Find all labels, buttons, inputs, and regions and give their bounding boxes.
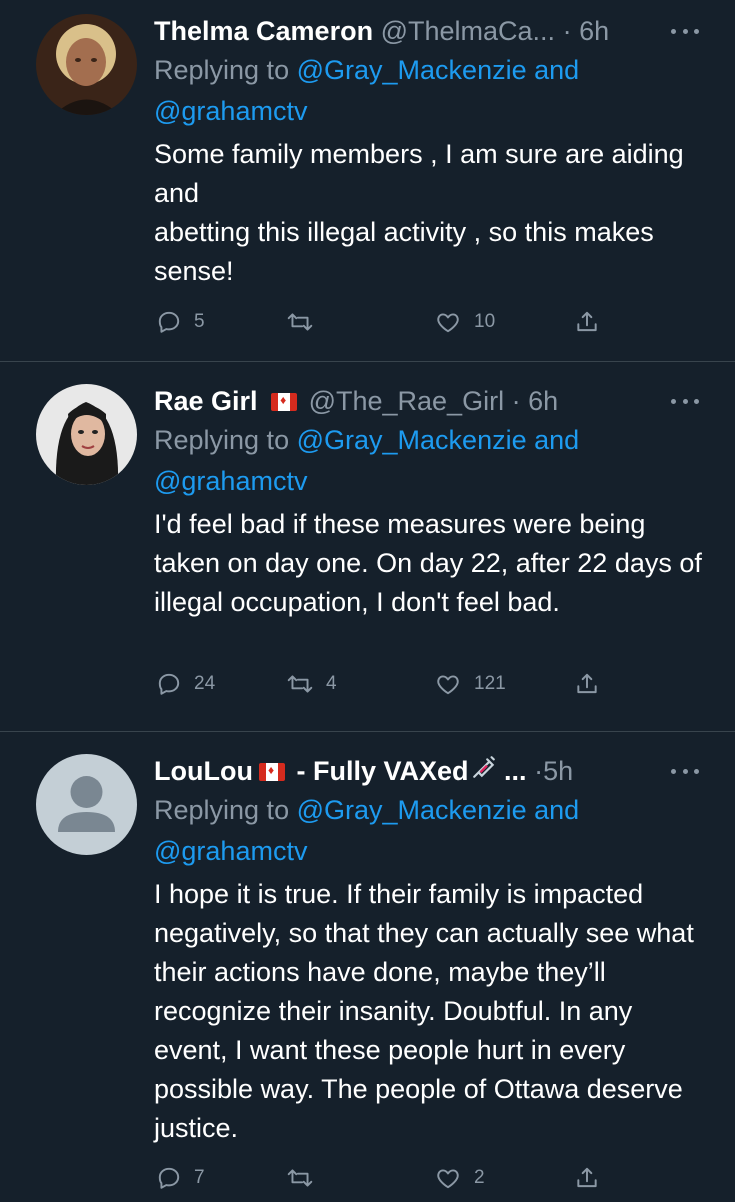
mention-link[interactable]: @grahamctv — [154, 836, 307, 866]
more-icon[interactable] — [665, 382, 705, 420]
more-icon[interactable] — [665, 12, 705, 50]
like-icon — [437, 1169, 459, 1189]
tweet-actions: 7 2 — [154, 1156, 614, 1200]
reply-feed: Thelma Cameron @ThelmaCa... · 6h Replyin… — [0, 0, 735, 1202]
tweet[interactable]: Rae Girl @The_Rae_Girl · 6h Replying to … — [0, 362, 735, 731]
avatar[interactable] — [36, 14, 137, 115]
tweet-text: I'd feel bad if these measures were bein… — [154, 509, 702, 617]
share-button[interactable] — [574, 662, 600, 706]
mention-and: and — [534, 55, 580, 85]
timestamp[interactable]: 6h — [579, 16, 609, 46]
replying-to: Replying to @Gray_Mackenzie and @grahamc… — [154, 50, 705, 132]
syringe-icon — [471, 752, 497, 790]
replying-to: Replying to @Gray_Mackenzie and @grahamc… — [154, 790, 705, 872]
like-button[interactable]: 10 — [434, 300, 495, 344]
reply-icon — [158, 311, 180, 333]
separator: · — [511, 386, 521, 416]
share-icon — [577, 1167, 597, 1188]
reply-count: 7 — [194, 1167, 205, 1188]
timestamp[interactable]: 6h — [528, 386, 558, 416]
replying-label: Replying to — [154, 795, 290, 825]
reply-icon — [158, 1167, 180, 1189]
retweet-icon — [287, 675, 313, 693]
retweet-button[interactable] — [286, 1156, 326, 1200]
mention-link[interactable]: @Gray_Mackenzie — [297, 55, 527, 85]
reply-count: 24 — [194, 673, 216, 694]
user-handle[interactable]: @ThelmaCa... — [381, 16, 555, 46]
tweet-actions: 5 10 — [154, 300, 614, 344]
retweet-button[interactable]: 4 — [286, 662, 337, 706]
display-name[interactable]: Thelma Cameron — [154, 16, 373, 46]
share-icon — [577, 311, 597, 332]
tweet-actions: 24 4 121 — [154, 662, 614, 706]
like-count: 121 — [474, 673, 506, 694]
more-icon[interactable] — [665, 752, 705, 790]
reply-count: 5 — [194, 311, 205, 332]
display-name-suffix[interactable]: - Fully VAXed — [296, 756, 468, 786]
name-ellipsis: ... — [504, 756, 527, 786]
separator: · — [562, 16, 572, 46]
user-handle[interactable]: @The_Rae_Girl — [309, 386, 505, 416]
like-icon — [437, 675, 459, 695]
retweet-icon — [287, 313, 313, 331]
replying-label: Replying to — [154, 425, 290, 455]
timestamp[interactable]: 5h — [543, 756, 573, 786]
reply-button[interactable]: 7 — [156, 1156, 205, 1200]
share-icon — [577, 673, 597, 694]
mention-and: and — [534, 795, 580, 825]
tweet-header: Thelma Cameron @ThelmaCa... · 6h — [154, 12, 705, 50]
separator: · — [534, 756, 544, 786]
like-icon — [437, 313, 459, 333]
retweet-icon — [287, 1169, 313, 1187]
reply-icon — [158, 673, 180, 695]
display-name[interactable]: LouLou — [154, 756, 253, 786]
default-avatar[interactable] — [36, 754, 137, 855]
mention-link[interactable]: @Gray_Mackenzie — [297, 425, 527, 455]
tweet-text: I hope it is true. If their family is im… — [154, 879, 694, 1143]
share-button[interactable] — [574, 1156, 600, 1200]
tweet[interactable]: Thelma Cameron @ThelmaCa... · 6h Replyin… — [0, 0, 735, 361]
retweet-button[interactable] — [286, 300, 326, 344]
avatar[interactable] — [36, 384, 137, 485]
like-count: 10 — [474, 311, 496, 332]
share-button[interactable] — [574, 300, 600, 344]
mention-link[interactable]: @Gray_Mackenzie — [297, 795, 527, 825]
retweet-count: 4 — [326, 673, 337, 694]
mention-link[interactable]: @grahamctv — [154, 466, 307, 496]
like-button[interactable]: 121 — [434, 662, 506, 706]
mention-link[interactable]: @grahamctv — [154, 96, 307, 126]
canada-flag-icon — [258, 761, 285, 781]
like-count: 2 — [474, 1167, 485, 1188]
like-button[interactable]: 2 — [434, 1156, 485, 1200]
tweet[interactable]: LouLou - Fully VAXed ... ·5h Replying to… — [0, 732, 735, 1202]
replying-label: Replying to — [154, 55, 290, 85]
tweet-text: Some family members , I am sure are aidi… — [154, 139, 684, 286]
tweet-header: Rae Girl @The_Rae_Girl · 6h — [154, 382, 705, 420]
canada-flag-icon — [271, 391, 298, 411]
tweet-header: LouLou - Fully VAXed ... ·5h — [154, 752, 705, 790]
reply-button[interactable]: 24 — [156, 662, 215, 706]
reply-button[interactable]: 5 — [156, 300, 205, 344]
mention-and: and — [534, 425, 580, 455]
replying-to: Replying to @Gray_Mackenzie and @grahamc… — [154, 420, 705, 502]
display-name[interactable]: Rae Girl — [154, 386, 258, 416]
